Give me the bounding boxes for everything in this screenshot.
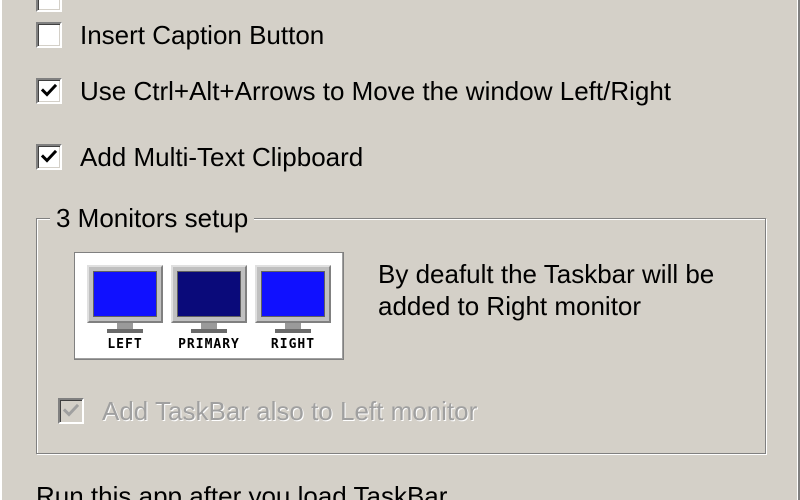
monitor-screen-primary — [177, 271, 241, 317]
ctrl-alt-arrows-label[interactable]: Use Ctrl+Alt+Arrows to Move the window L… — [80, 76, 671, 106]
monitors-diagram: LEFT PRIMARY RIGHT — [74, 252, 344, 360]
settings-panel: Insert Caption Button Use Ctrl+Alt+Arrow… — [0, 0, 800, 500]
multi-text-clipboard-label[interactable]: Add Multi-Text Clipboard — [80, 142, 363, 172]
monitor-screen-right — [261, 271, 325, 317]
ctrl-alt-arrows-option[interactable]: Use Ctrl+Alt+Arrows to Move the window L… — [36, 76, 671, 106]
ctrl-alt-arrows-checkbox[interactable] — [36, 78, 62, 104]
monitor-primary: PRIMARY — [171, 265, 247, 355]
taskbar-default-description: By deafult the Taskbar will be added to … — [378, 259, 715, 321]
monitor-frame — [171, 265, 247, 323]
taskbar-left-label: Add TaskBar also to Left monitor — [102, 396, 478, 426]
monitor-screen-left — [93, 271, 157, 317]
run-after-label: Run this app after you load TaskBar — [36, 481, 448, 500]
checkmark-icon — [62, 403, 80, 417]
insert-caption-option[interactable]: Insert Caption Button — [36, 20, 324, 50]
cropped-checkbox[interactable] — [36, 0, 62, 12]
monitor-base — [275, 329, 311, 333]
monitor-left: LEFT — [87, 265, 163, 355]
taskbar-left-checkbox — [58, 398, 84, 424]
monitor-label-left: LEFT — [107, 337, 143, 352]
insert-caption-checkbox[interactable] — [36, 22, 62, 48]
monitor-frame — [255, 265, 331, 323]
checkmark-icon — [40, 149, 58, 163]
taskbar-left-option: Add TaskBar also to Left monitor — [58, 396, 477, 426]
multi-text-clipboard-checkbox[interactable] — [36, 144, 62, 170]
monitor-right: RIGHT — [255, 265, 331, 355]
panel-left-edge — [0, 0, 2, 500]
monitor-base — [191, 329, 227, 333]
checkmark-icon — [40, 83, 58, 97]
multi-text-clipboard-option[interactable]: Add Multi-Text Clipboard — [36, 142, 363, 172]
monitor-base — [107, 329, 143, 333]
monitors-setup-title: 3 Monitors setup — [50, 202, 255, 234]
insert-caption-label[interactable]: Insert Caption Button — [80, 20, 324, 50]
monitor-label-right: RIGHT — [270, 337, 316, 352]
monitor-label-primary: PRIMARY — [178, 337, 240, 352]
monitor-frame — [87, 265, 163, 323]
